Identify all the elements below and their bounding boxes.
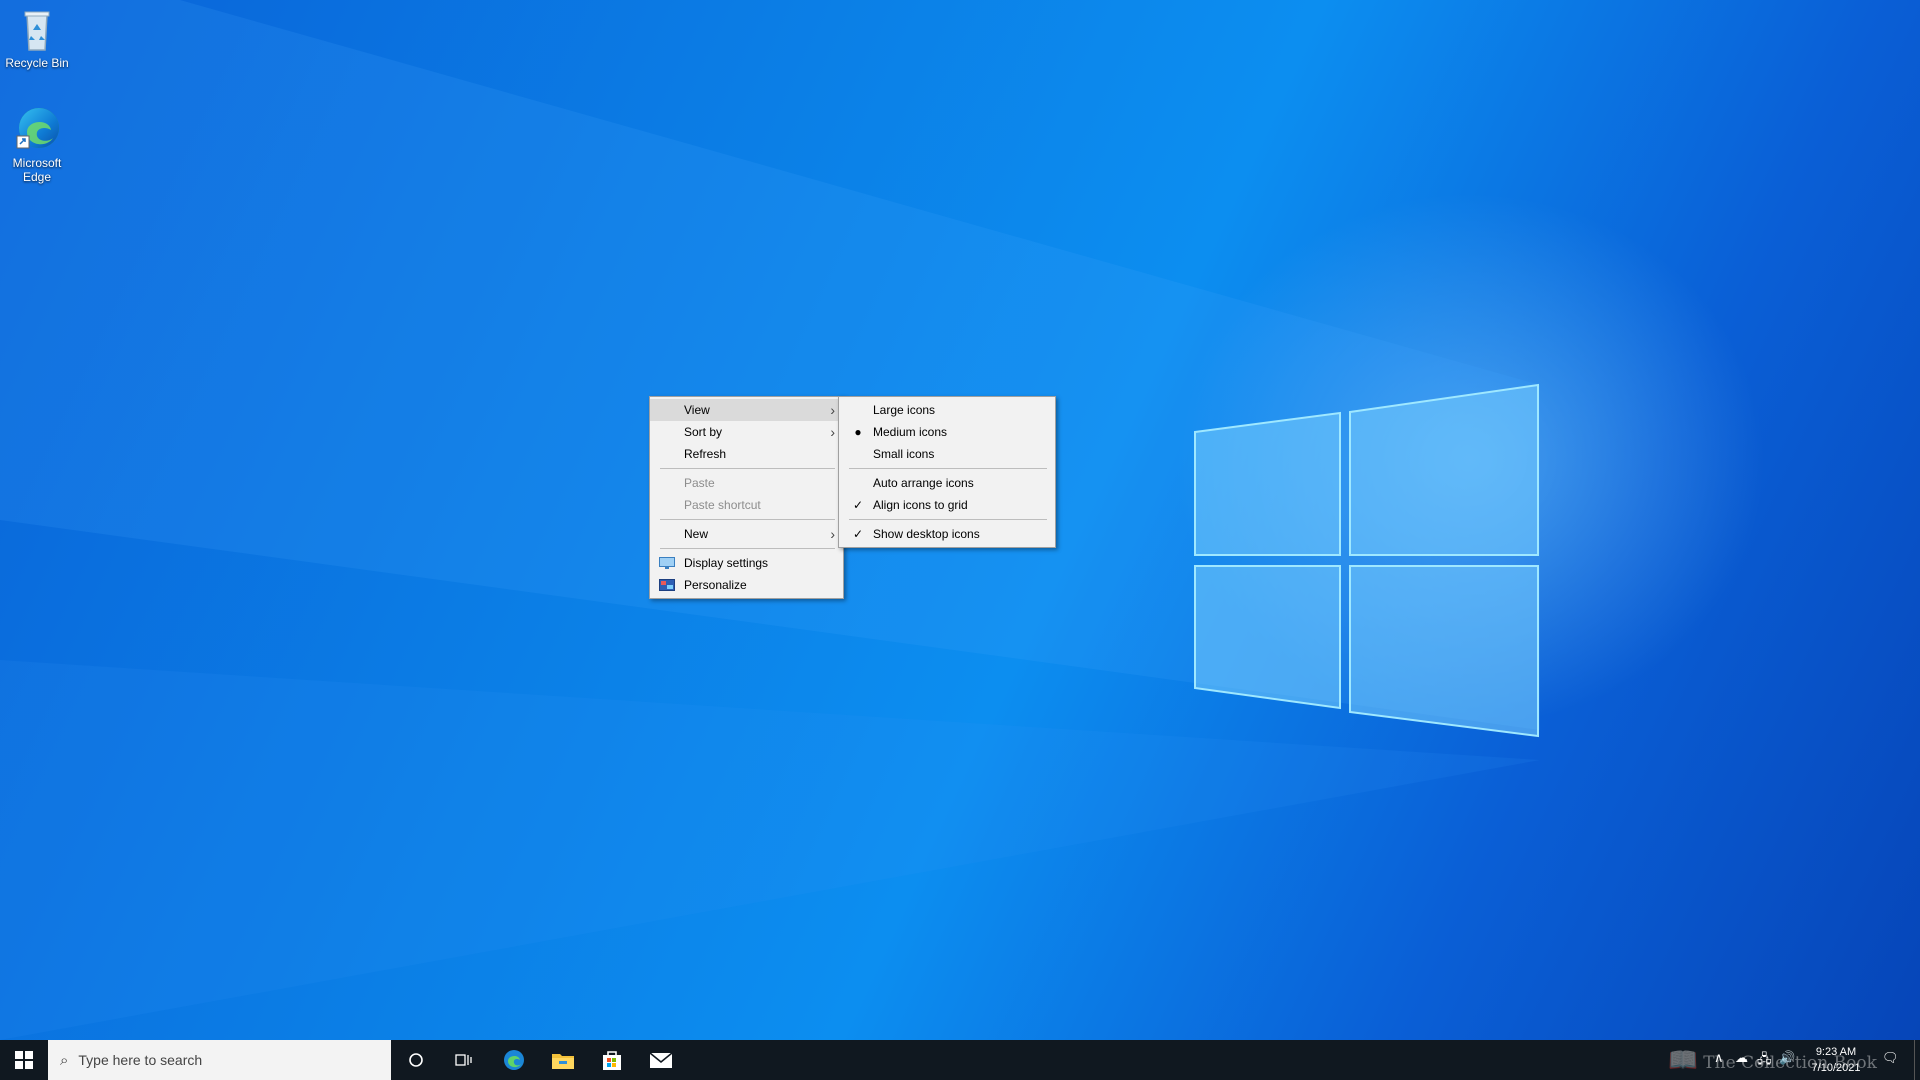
- menu-item-label: Paste shortcut: [684, 498, 761, 512]
- search-placeholder: Type here to search: [78, 1052, 203, 1068]
- menu-item-paste[interactable]: Paste: [650, 472, 843, 494]
- menu-item-display-settings[interactable]: Display settings: [650, 552, 843, 574]
- desktop-icon-recycle-bin[interactable]: Recycle Bin: [0, 6, 74, 70]
- chevron-right-icon: ›: [830, 526, 835, 542]
- taskbar-search-box[interactable]: ⌕ Type here to search: [48, 1040, 391, 1080]
- recycle-bin-icon: [13, 6, 61, 54]
- store-icon: [603, 1051, 621, 1070]
- clock-date: 7/10/2021: [1811, 1062, 1861, 1074]
- desktop-icon-label: Microsoft Edge: [12, 156, 62, 184]
- menu-item-sort-by[interactable]: Sort by ›: [650, 421, 843, 443]
- menu-item-show-desktop-icons[interactable]: ✓ Show desktop icons: [839, 523, 1055, 545]
- taskbar-file-explorer-button[interactable]: [539, 1040, 587, 1080]
- start-button[interactable]: [0, 1040, 48, 1080]
- menu-item-view[interactable]: View ›: [650, 399, 843, 421]
- view-submenu: Large icons ● Medium icons Small icons A…: [838, 396, 1056, 548]
- radio-bullet-icon: ●: [854, 425, 862, 439]
- menu-item-large-icons[interactable]: Large icons: [839, 399, 1055, 421]
- menu-item-label: Auto arrange icons: [873, 476, 974, 490]
- notifications-icon[interactable]: 🗨: [1882, 1050, 1899, 1066]
- menu-item-label: Large icons: [873, 403, 936, 417]
- personalize-icon: [659, 579, 675, 591]
- network-icon[interactable]: 🖧: [1757, 1050, 1772, 1072]
- windows-start-icon: [15, 1051, 33, 1069]
- desktop-icon-label: Recycle Bin: [5, 56, 69, 70]
- menu-item-auto-arrange-icons[interactable]: Auto arrange icons: [839, 472, 1055, 494]
- task-view-button[interactable]: [440, 1040, 488, 1080]
- taskbar-mail-button[interactable]: [637, 1040, 685, 1080]
- menu-separator: [660, 468, 835, 469]
- checkmark-icon: ✓: [852, 527, 864, 541]
- menu-item-label: Align icons to grid: [873, 498, 968, 512]
- menu-item-label: Small icons: [873, 447, 935, 461]
- desktop-icon-microsoft-edge[interactable]: Microsoft Edge: [0, 106, 74, 184]
- menu-item-label: Sort by: [684, 425, 723, 439]
- onedrive-icon[interactable]: ☁: [1735, 1050, 1748, 1066]
- clock-time: 9:23 AM: [1815, 1046, 1857, 1058]
- menu-separator: [660, 548, 835, 549]
- cortana-button[interactable]: [392, 1040, 440, 1080]
- menu-item-label: Refresh: [684, 447, 727, 461]
- chevron-right-icon: ›: [830, 402, 835, 418]
- chevron-up-icon[interactable]: ∧: [1714, 1050, 1724, 1066]
- menu-separator: [849, 468, 1047, 469]
- menu-item-paste-shortcut[interactable]: Paste shortcut: [650, 494, 843, 516]
- menu-item-refresh[interactable]: Refresh: [650, 443, 843, 465]
- menu-separator: [849, 519, 1047, 520]
- display-settings-icon: [659, 557, 675, 569]
- desktop[interactable]: Recycle Bin Microsoft Edge View › Sort b…: [0, 0, 1920, 1040]
- mail-icon: [649, 1052, 673, 1068]
- checkmark-icon: ✓: [852, 498, 864, 512]
- menu-item-label: Paste: [684, 476, 715, 490]
- menu-item-label: View: [684, 403, 710, 417]
- book-icon: 📖: [1668, 1046, 1698, 1074]
- menu-item-label: Medium icons: [873, 425, 948, 439]
- desktop-context-menu: View › Sort by › Refresh Paste Paste sho…: [649, 396, 844, 599]
- menu-separator: [660, 519, 835, 520]
- menu-item-small-icons[interactable]: Small icons: [839, 443, 1055, 465]
- menu-item-label: Personalize: [684, 578, 747, 592]
- taskbar: ⌕ Type here to search 📖 The Collection B…: [0, 1040, 1920, 1080]
- menu-item-align-icons-to-grid[interactable]: ✓ Align icons to grid: [839, 494, 1055, 516]
- edge-icon: [13, 106, 61, 154]
- taskbar-store-button[interactable]: [588, 1040, 636, 1080]
- menu-item-label: Display settings: [684, 556, 769, 570]
- search-icon: ⌕: [60, 1051, 69, 1069]
- cortana-icon: [409, 1053, 423, 1067]
- show-desktop-button[interactable]: [1914, 1040, 1920, 1080]
- taskbar-clock[interactable]: 9:23 AM 7/10/2021: [1794, 1044, 1878, 1076]
- menu-item-label: Show desktop icons: [873, 527, 980, 541]
- edge-icon: [504, 1050, 524, 1070]
- taskbar-edge-button[interactable]: [490, 1040, 538, 1080]
- volume-icon[interactable]: 🔊: [1779, 1050, 1795, 1066]
- menu-item-personalize[interactable]: Personalize: [650, 574, 843, 596]
- menu-item-label: New: [684, 527, 709, 541]
- menu-item-medium-icons[interactable]: ● Medium icons: [839, 421, 1055, 443]
- task-view-icon: [455, 1054, 472, 1066]
- file-explorer-icon: [552, 1054, 574, 1069]
- menu-item-new[interactable]: New ›: [650, 523, 843, 545]
- chevron-right-icon: ›: [830, 424, 835, 440]
